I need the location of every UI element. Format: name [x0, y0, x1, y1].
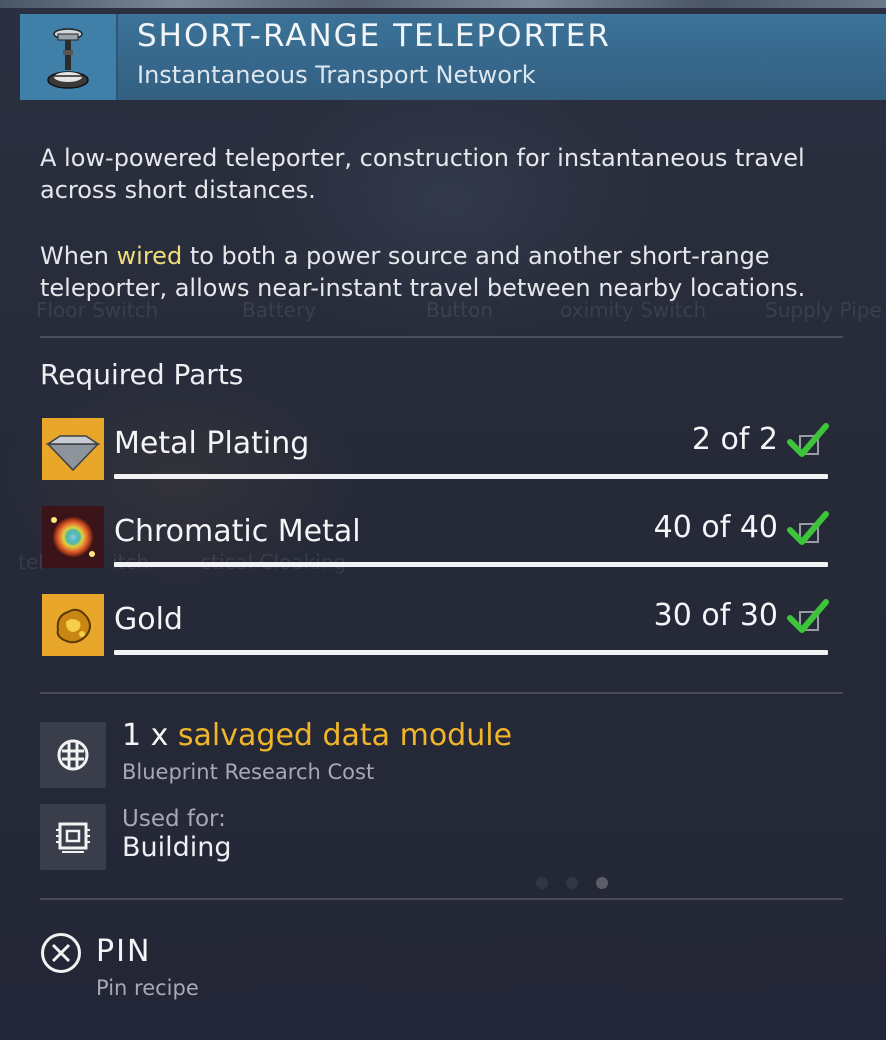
x-button-icon[interactable]	[40, 932, 82, 974]
page-indicator	[536, 874, 626, 893]
required-part-row: Metal Plating 2 of 2	[42, 418, 832, 482]
part-name: Chromatic Metal	[114, 514, 361, 549]
building-chip-icon	[40, 804, 106, 870]
gold-icon	[42, 594, 104, 656]
description-para-1: A low-powered teleporter, construction f…	[40, 144, 805, 204]
part-count: 2 of 2	[691, 422, 778, 457]
required-part-row: Gold 30 of 30	[42, 594, 832, 658]
background-label: tel	[18, 550, 44, 574]
description-para-2: When wired to both a power source and an…	[40, 240, 840, 304]
chromatic-metal-icon	[42, 506, 104, 568]
pin-button[interactable]: PIN	[96, 934, 151, 969]
page-subtitle: Instantaneous Transport Network	[137, 61, 536, 89]
research-item: salvaged data module	[177, 718, 513, 753]
part-progress-bar	[114, 562, 828, 567]
part-progress-bar	[114, 650, 828, 655]
metal-plating-icon	[42, 418, 104, 480]
checkmark-icon	[787, 423, 829, 457]
research-quantity: 1 x	[122, 718, 178, 753]
used-for-value: Building	[122, 832, 232, 863]
part-progress-bar	[114, 474, 828, 479]
part-count: 30 of 30	[653, 598, 778, 633]
part-name: Metal Plating	[114, 426, 310, 461]
description-text: When	[40, 242, 117, 270]
checkmark-icon	[787, 599, 829, 633]
research-cost-label: Blueprint Research Cost	[122, 760, 375, 784]
pin-sublabel: Pin recipe	[96, 976, 199, 1000]
checkmark-icon	[787, 511, 829, 545]
divider	[40, 898, 843, 900]
part-name: Gold	[114, 602, 183, 637]
research-cost-value: 1 x salvaged data module	[122, 718, 512, 753]
required-parts-title: Required Parts	[40, 358, 244, 391]
recipe-header: SHORT-RANGE TELEPORTER Instantaneous Tra…	[20, 14, 886, 100]
part-count: 40 of 40	[653, 510, 778, 545]
page-title: SHORT-RANGE TELEPORTER	[137, 18, 611, 54]
divider	[40, 336, 843, 338]
top-strip	[0, 0, 886, 8]
divider	[40, 692, 843, 694]
required-part-row: Chromatic Metal 40 of 40	[42, 506, 832, 570]
teleporter-icon	[20, 14, 118, 100]
used-for-label: Used for:	[122, 806, 226, 832]
data-module-icon	[40, 722, 106, 788]
highlight-keyword: wired	[116, 242, 183, 270]
